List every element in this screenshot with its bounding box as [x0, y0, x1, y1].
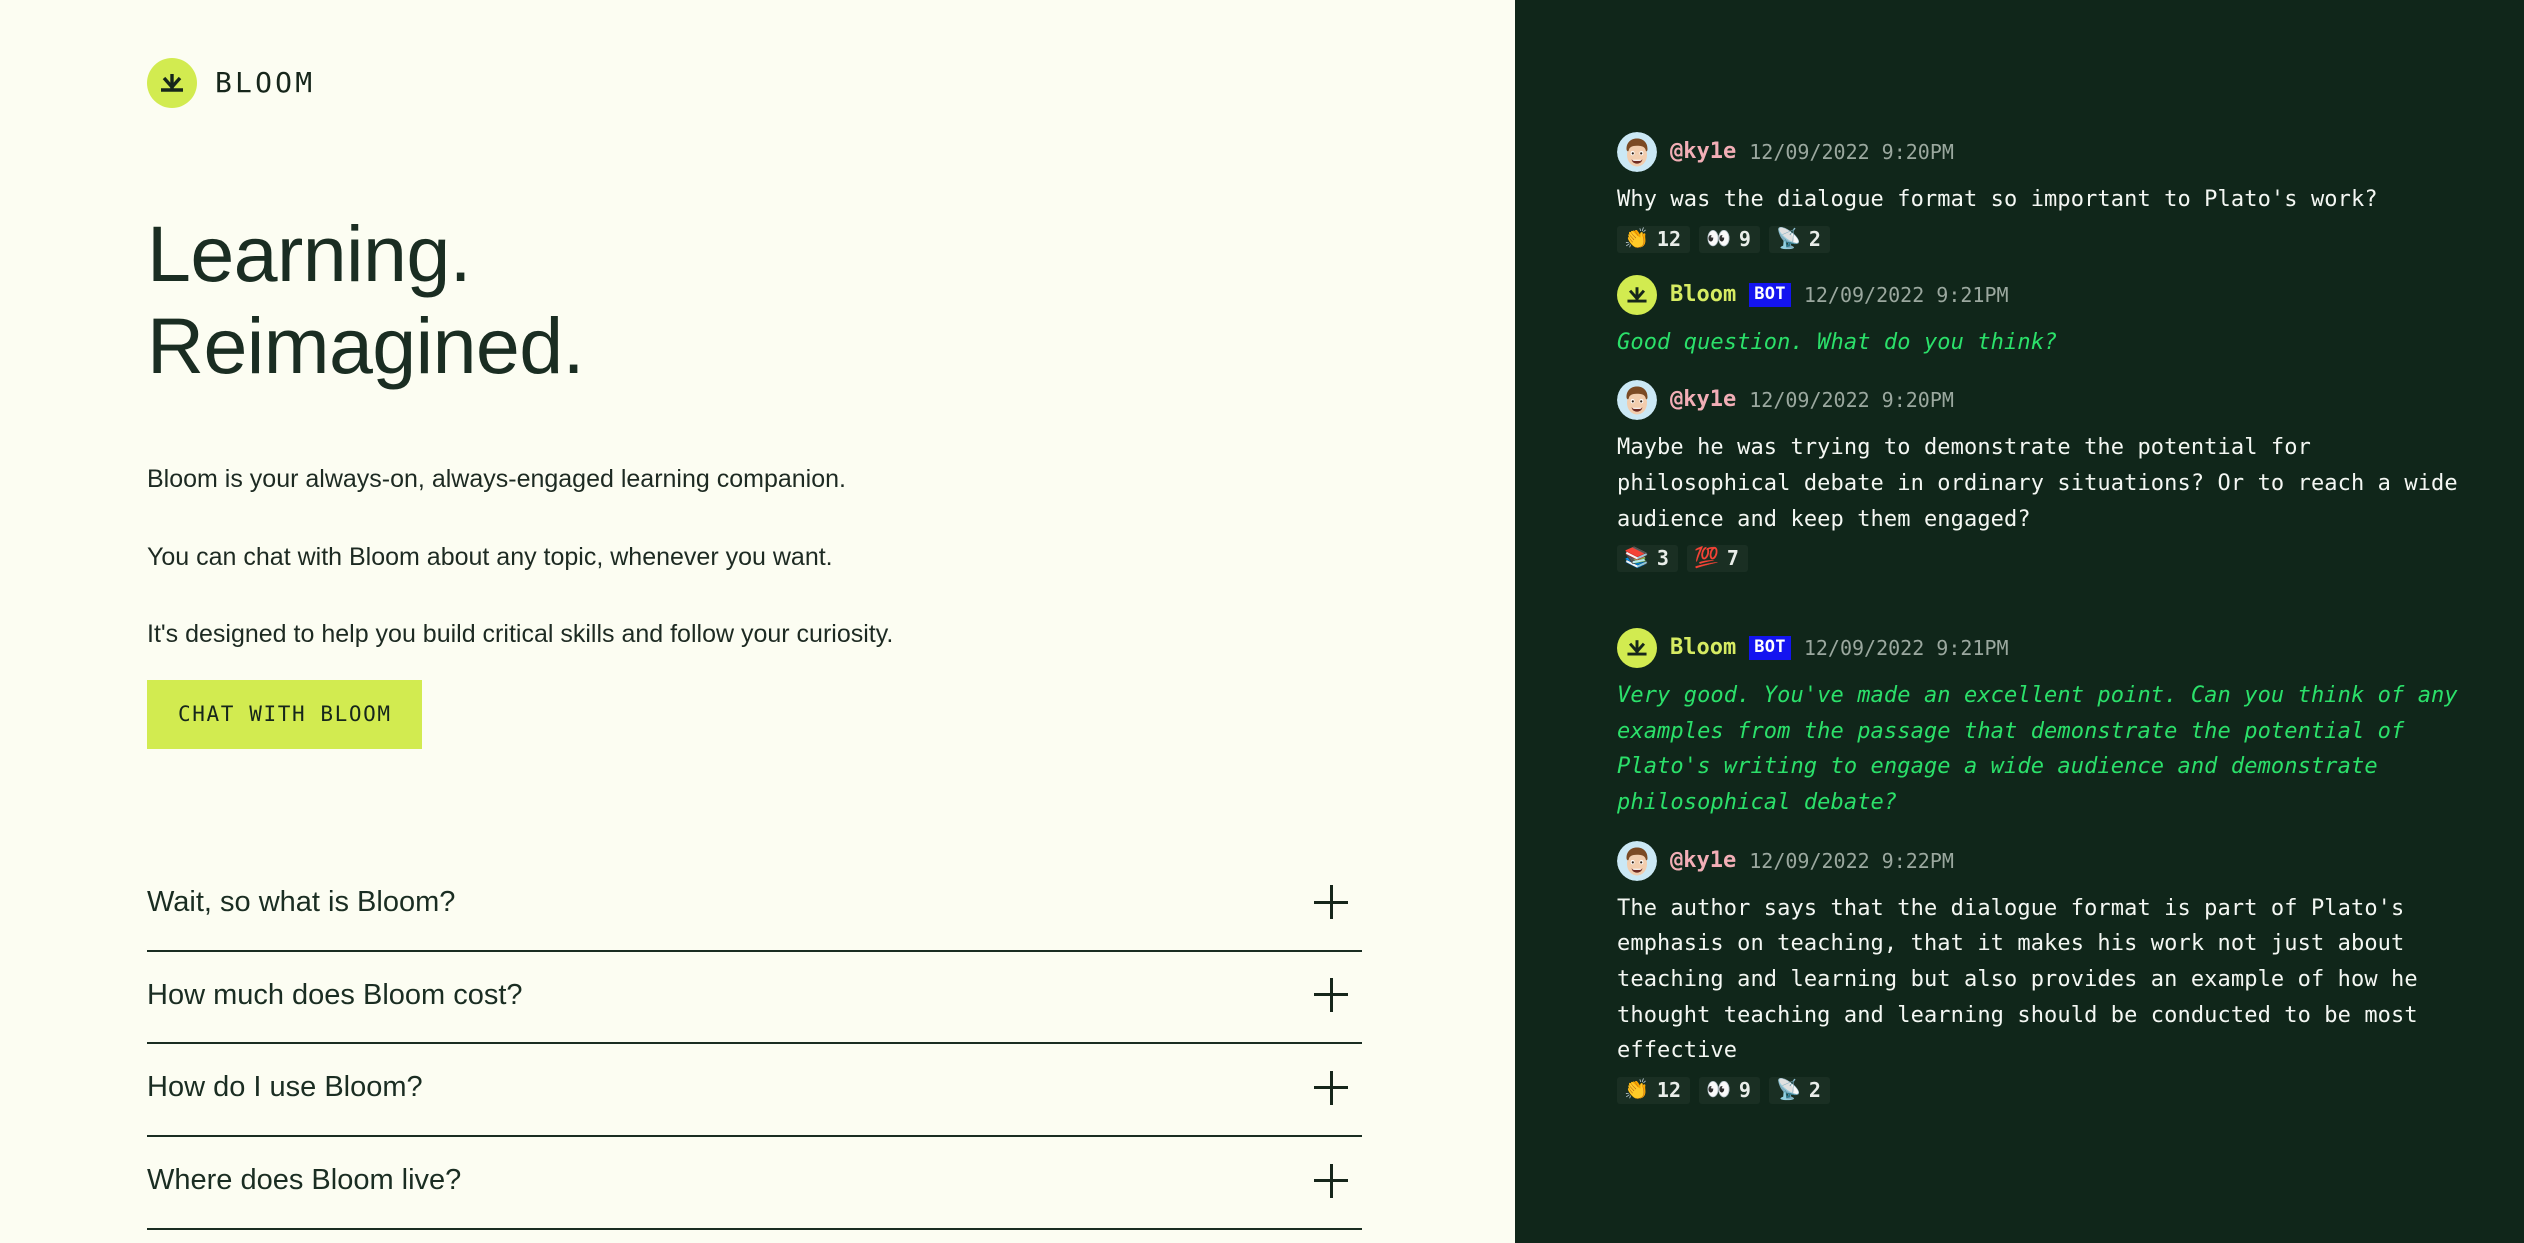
- reaction-count: 7: [1727, 548, 1739, 568]
- chat-message: Bloom BOT 12/09/2022 9:21PM Good questio…: [1617, 275, 2490, 381]
- clap-reaction[interactable]: 👏 12: [1617, 1077, 1690, 1104]
- message-header: Bloom BOT 12/09/2022 9:21PM: [1617, 628, 2490, 668]
- page-title: Learning. Reimagined.: [147, 208, 1515, 391]
- message-spacer: [1617, 594, 2490, 628]
- message-timestamp: 12/09/2022 9:20PM: [1749, 142, 1954, 162]
- satellite-icon: 📡: [1776, 229, 1801, 249]
- reaction-count: 9: [1739, 229, 1751, 249]
- chat-message: @ky1e 12/09/2022 9:22PM The author says …: [1617, 841, 2490, 1104]
- clap-icon: 👏: [1624, 229, 1649, 249]
- message-author[interactable]: @ky1e: [1670, 850, 1736, 872]
- message-timestamp: 12/09/2022 9:20PM: [1749, 390, 1954, 410]
- satellite-reaction[interactable]: 📡 2: [1769, 1077, 1830, 1104]
- books-icon: 📚: [1624, 548, 1649, 568]
- reaction-count: 2: [1809, 1080, 1821, 1100]
- message-reactions: 👏 12 👀 9 📡 2: [1617, 1077, 2490, 1104]
- message-text: The author says that the dialogue format…: [1617, 891, 2490, 1069]
- faq-item-where-bloom-lives[interactable]: Where does Bloom live?: [147, 1137, 1362, 1230]
- headline-line-2: Reimagined.: [147, 300, 1515, 392]
- message-reactions: 📚 3 💯 7: [1617, 545, 2490, 572]
- hero-description: Bloom is your always-on, always-engaged …: [147, 461, 1515, 654]
- message-header: Bloom BOT 12/09/2022 9:21PM: [1617, 275, 2490, 315]
- message-header: @ky1e 12/09/2022 9:20PM: [1617, 380, 2490, 420]
- reaction-count: 3: [1657, 548, 1669, 568]
- faq-accordion: Wait, so what is Bloom? How much does Bl…: [147, 859, 1362, 1230]
- books-reaction[interactable]: 📚 3: [1617, 545, 1678, 572]
- bot-badge: BOT: [1749, 636, 1791, 660]
- satellite-icon: 📡: [1776, 1080, 1801, 1100]
- satellite-reaction[interactable]: 📡 2: [1769, 226, 1830, 253]
- hundred-icon: 💯: [1694, 548, 1719, 568]
- bloom-asterisk-avatar[interactable]: [1617, 628, 1657, 668]
- faq-question-label: How do I use Bloom?: [147, 1070, 423, 1105]
- chat-with-bloom-button[interactable]: CHAT WITH BLOOM: [147, 680, 422, 749]
- plus-icon[interactable]: [1314, 978, 1348, 1012]
- reaction-count: 9: [1739, 1080, 1751, 1100]
- marketing-panel: BLOOM Learning. Reimagined. Bloom is you…: [0, 0, 1515, 1243]
- plus-icon[interactable]: [1314, 885, 1348, 919]
- bloom-asterisk-icon: [147, 58, 197, 108]
- message-text: Good question. What do you think?: [1617, 325, 2490, 361]
- reaction-count: 12: [1657, 229, 1681, 249]
- chat-preview-panel: @ky1e 12/09/2022 9:20PM Why was the dial…: [1515, 0, 2524, 1243]
- message-text: Maybe he was trying to demonstrate the p…: [1617, 430, 2490, 537]
- plus-icon[interactable]: [1314, 1164, 1348, 1198]
- eyes-icon: 👀: [1706, 1080, 1731, 1100]
- reaction-count: 2: [1809, 229, 1821, 249]
- clap-icon: 👏: [1624, 1080, 1649, 1100]
- faq-item-what-is-bloom[interactable]: Wait, so what is Bloom?: [147, 859, 1362, 952]
- user-memoji-avatar[interactable]: [1617, 841, 1657, 881]
- reaction-count: 12: [1657, 1080, 1681, 1100]
- hundred-reaction[interactable]: 💯 7: [1687, 545, 1748, 572]
- user-memoji-avatar[interactable]: [1617, 380, 1657, 420]
- plus-icon[interactable]: [1314, 1071, 1348, 1105]
- chat-message: @ky1e 12/09/2022 9:20PM Maybe he was try…: [1617, 380, 2490, 628]
- faq-question-label: How much does Bloom cost?: [147, 978, 523, 1013]
- hero-paragraph-2: You can chat with Bloom about any topic,…: [147, 539, 1515, 577]
- message-spacer: [1617, 360, 2490, 380]
- message-timestamp: 12/09/2022 9:22PM: [1749, 851, 1954, 871]
- message-reactions: 👏 12 👀 9 📡 2: [1617, 226, 2490, 253]
- message-timestamp: 12/09/2022 9:21PM: [1804, 285, 2009, 305]
- chat-message: @ky1e 12/09/2022 9:20PM Why was the dial…: [1617, 132, 2490, 253]
- message-author[interactable]: @ky1e: [1670, 389, 1736, 411]
- faq-item-cost[interactable]: How much does Bloom cost?: [147, 952, 1362, 1045]
- message-header: @ky1e 12/09/2022 9:20PM: [1617, 132, 2490, 172]
- eyes-icon: 👀: [1706, 229, 1731, 249]
- message-spacer: [1617, 821, 2490, 841]
- faq-question-label: Where does Bloom live?: [147, 1163, 461, 1198]
- bloom-asterisk-avatar[interactable]: [1617, 275, 1657, 315]
- message-timestamp: 12/09/2022 9:21PM: [1804, 638, 2009, 658]
- message-text: Why was the dialogue format so important…: [1617, 182, 2490, 218]
- headline-line-1: Learning.: [147, 208, 1515, 300]
- chat-message-list[interactable]: @ky1e 12/09/2022 9:20PM Why was the dial…: [1515, 132, 2524, 1104]
- message-author[interactable]: Bloom: [1670, 284, 1736, 306]
- user-memoji-avatar[interactable]: [1617, 132, 1657, 172]
- brand-logo[interactable]: BLOOM: [147, 58, 1515, 108]
- hero-paragraph-3: It's designed to help you build critical…: [147, 616, 1515, 654]
- message-header: @ky1e 12/09/2022 9:22PM: [1617, 841, 2490, 881]
- eyes-reaction[interactable]: 👀 9: [1699, 226, 1760, 253]
- faq-item-how-to-use[interactable]: How do I use Bloom?: [147, 1044, 1362, 1137]
- brand-name: BLOOM: [215, 69, 315, 97]
- clap-reaction[interactable]: 👏 12: [1617, 226, 1690, 253]
- hero-paragraph-1: Bloom is your always-on, always-engaged …: [147, 461, 1515, 499]
- message-author[interactable]: @ky1e: [1670, 141, 1736, 163]
- message-author[interactable]: Bloom: [1670, 637, 1736, 659]
- bot-badge: BOT: [1749, 283, 1791, 307]
- chat-message: Bloom BOT 12/09/2022 9:21PM Very good. Y…: [1617, 628, 2490, 841]
- message-text: Very good. You've made an excellent poin…: [1617, 678, 2490, 821]
- faq-question-label: Wait, so what is Bloom?: [147, 885, 455, 920]
- eyes-reaction[interactable]: 👀 9: [1699, 1077, 1760, 1104]
